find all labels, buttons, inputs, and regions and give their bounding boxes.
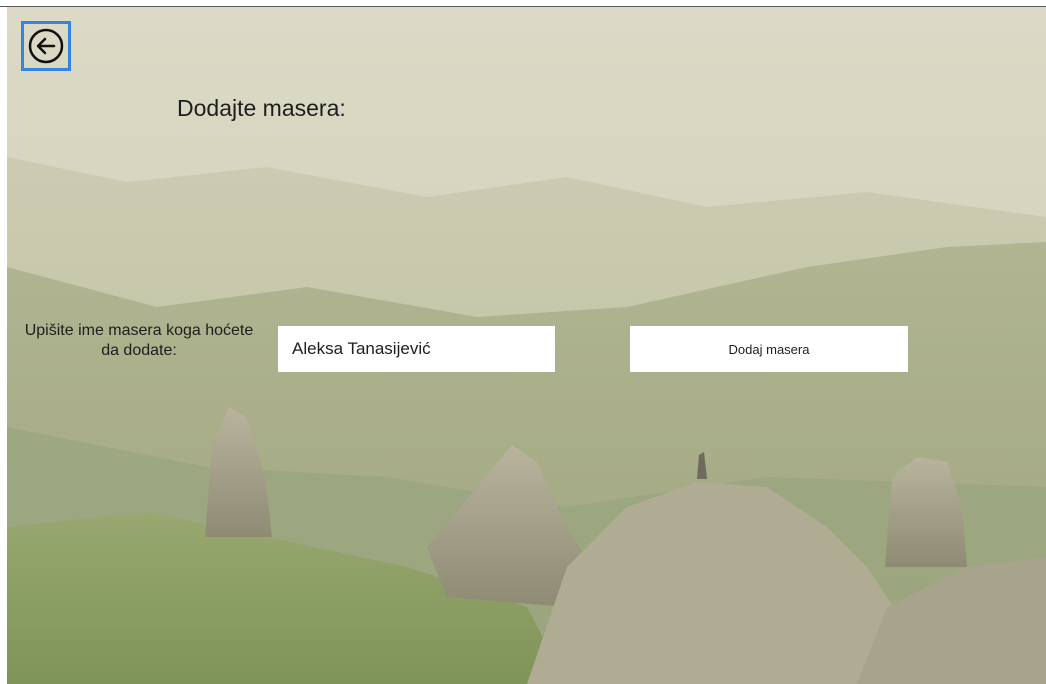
arrow-left-circle-icon: [28, 28, 64, 64]
masseur-name-label: Upišite ime masera koga hoćete da dodate…: [24, 322, 254, 359]
masseur-name-input[interactable]: [278, 326, 555, 372]
add-masseur-button[interactable]: Dodaj masera: [630, 326, 908, 372]
page-title: Dodajte masera:: [177, 95, 346, 121]
back-button[interactable]: [21, 21, 71, 71]
corner-mark: [996, 0, 1046, 7]
app-window: Dodajte masera: Upišite ime masera koga …: [7, 7, 1046, 684]
